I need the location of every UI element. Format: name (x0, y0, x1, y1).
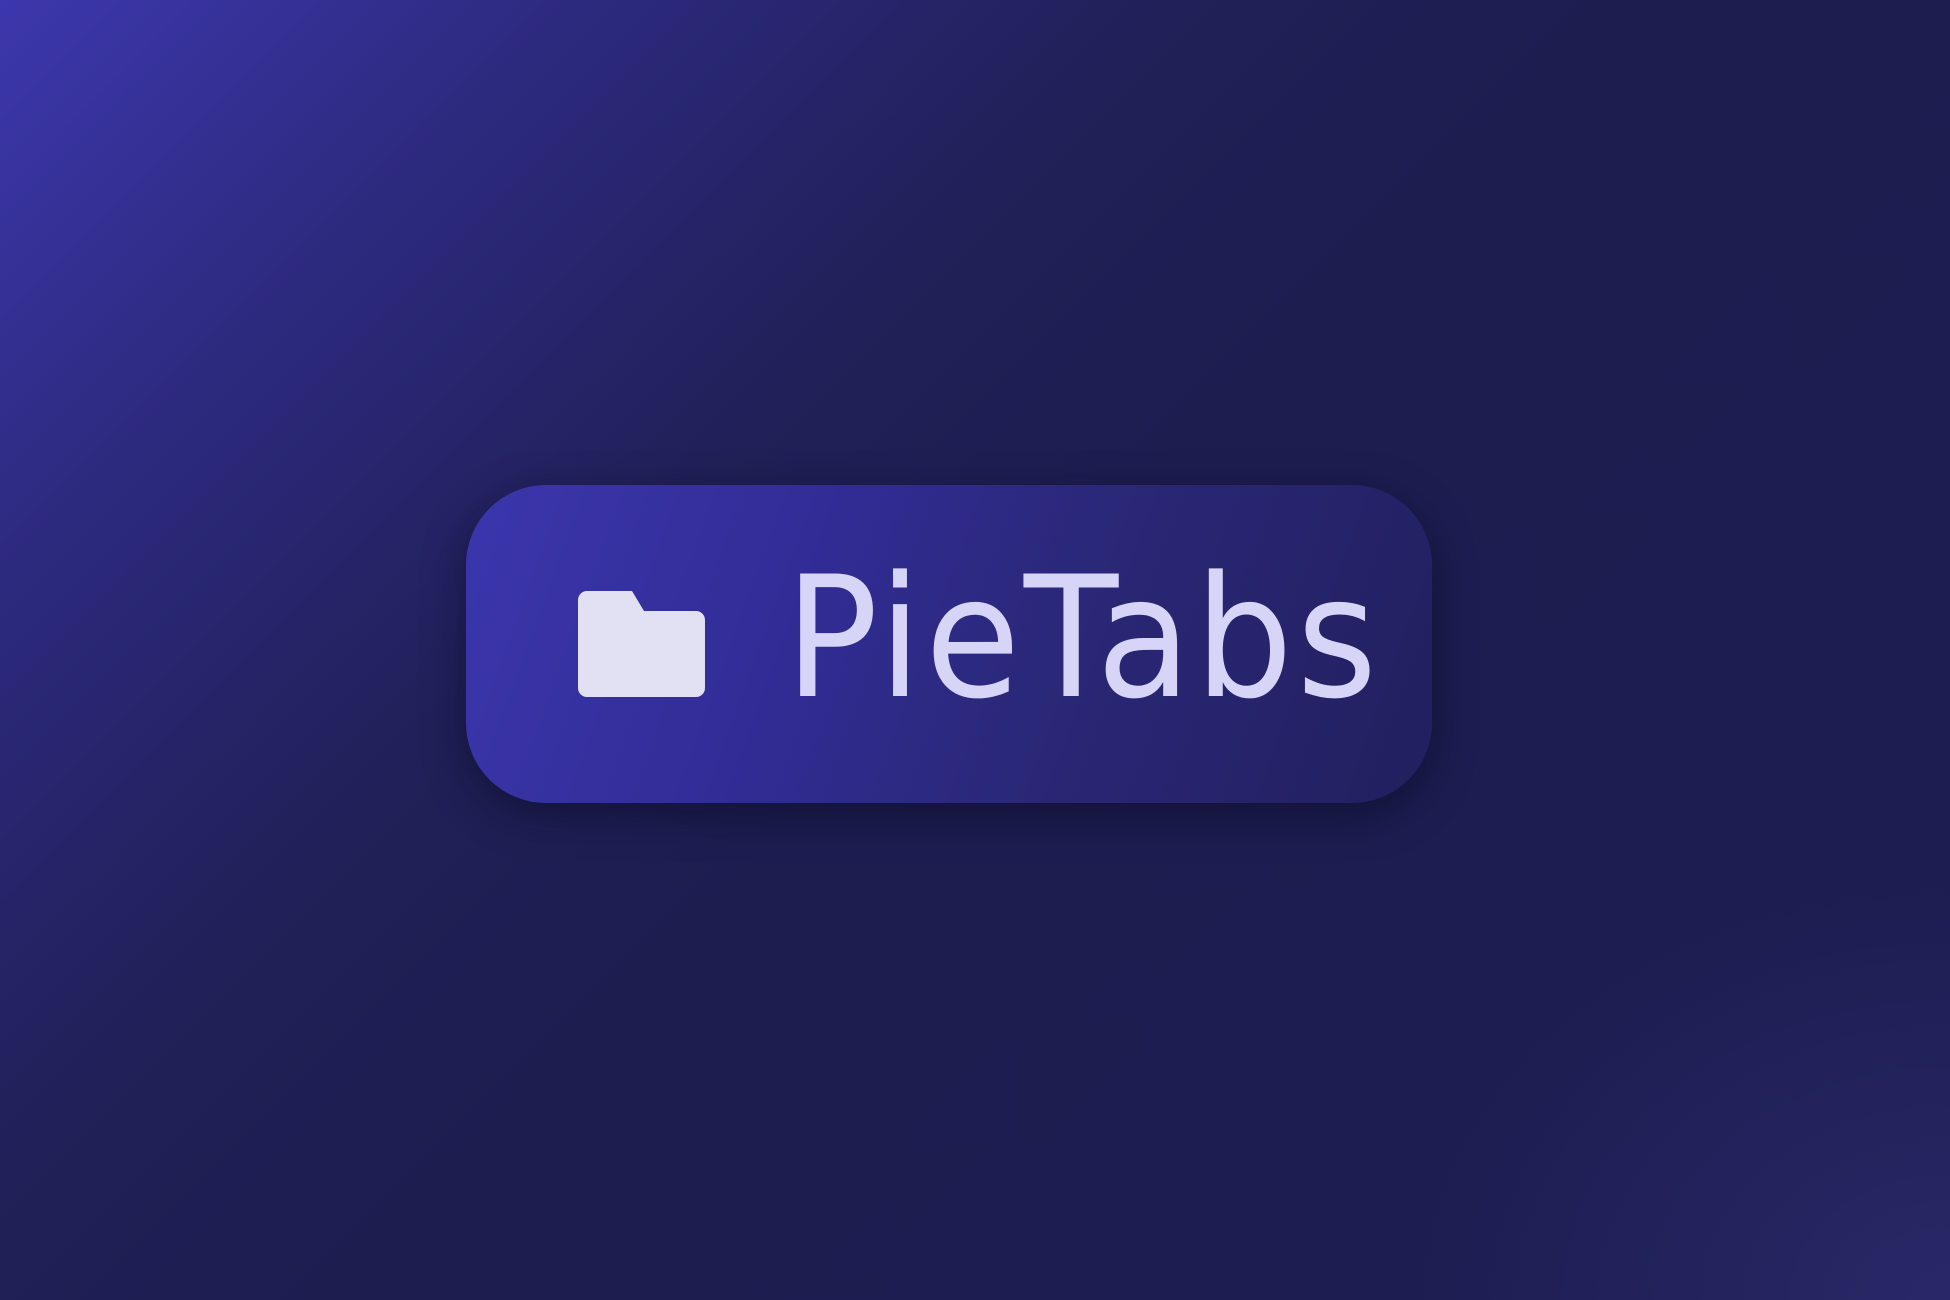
logo-wordmark: PieTabs (785, 540, 1381, 736)
logo-badge: PieTabs (466, 485, 1432, 803)
folder-icon (578, 591, 705, 697)
